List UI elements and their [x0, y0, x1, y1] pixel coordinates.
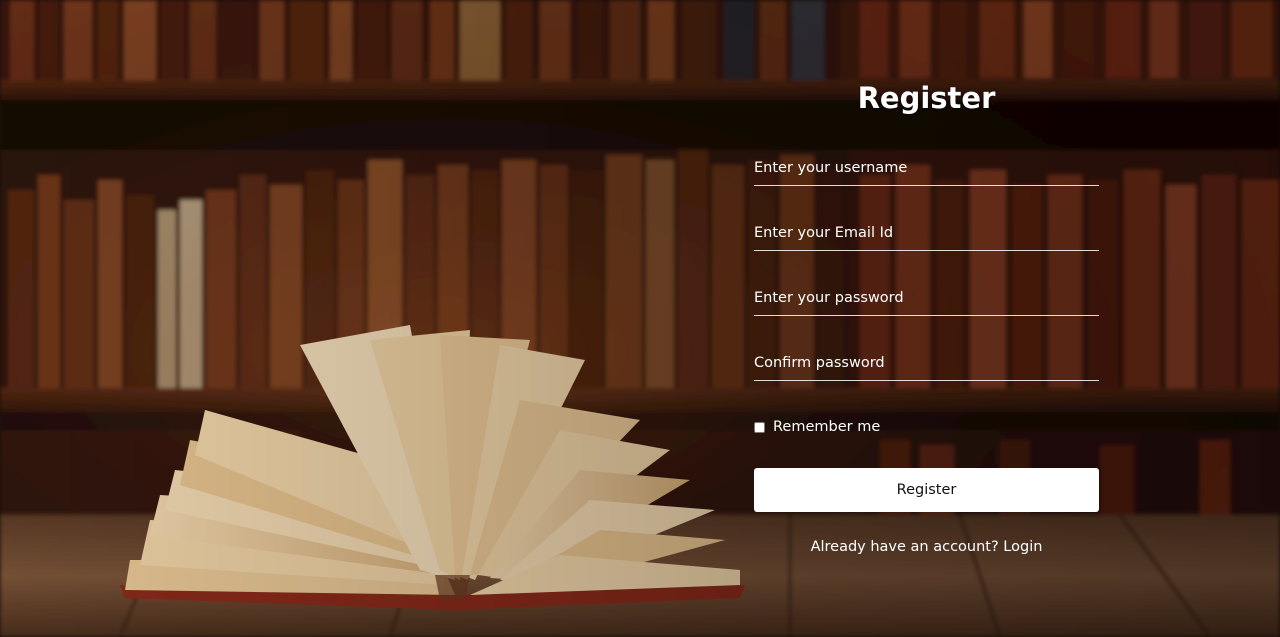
register-form: Register Remember me Register Already ha… — [754, 78, 1099, 555]
password-field-wrapper — [754, 283, 1099, 316]
confirm-password-input[interactable] — [754, 348, 1099, 378]
username-input[interactable] — [754, 153, 1099, 183]
form-title: Register — [857, 81, 996, 115]
register-page: Register Remember me Register Already ha… — [0, 0, 1280, 637]
email-field-wrapper — [754, 218, 1099, 251]
email-input[interactable] — [754, 218, 1099, 248]
remember-me-row[interactable]: Remember me — [754, 417, 880, 437]
confirm-password-field-wrapper — [754, 348, 1099, 381]
remember-me-checkbox[interactable] — [754, 421, 765, 433]
username-field-wrapper — [754, 153, 1099, 186]
register-button[interactable]: Register — [754, 468, 1099, 512]
password-input[interactable] — [754, 283, 1099, 313]
login-prompt: Already have an account? Login — [754, 539, 1099, 555]
login-prompt-text: Already have an account? — [810, 539, 999, 555]
remember-me-label: Remember me — [773, 419, 881, 435]
login-link[interactable]: Login — [1003, 539, 1042, 555]
